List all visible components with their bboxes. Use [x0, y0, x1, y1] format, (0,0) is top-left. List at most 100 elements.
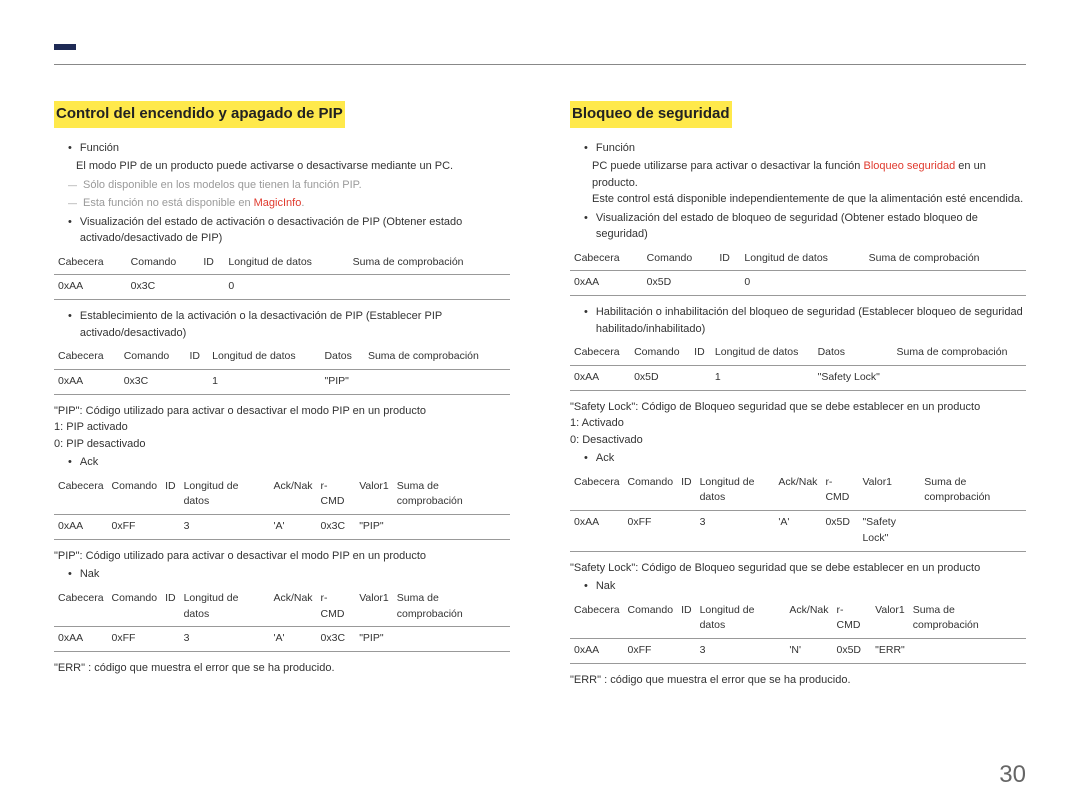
table-header-row: Cabecera Comando ID Longitud de datos Su… — [570, 247, 1026, 271]
table-header: Valor1 — [858, 471, 920, 511]
table-header: Longitud de datos — [711, 341, 814, 365]
table-header: Longitud de datos — [740, 247, 864, 271]
protocol-table: Cabecera Comando ID Longitud de datos Ac… — [54, 475, 510, 540]
table-header: r-CMD — [317, 587, 356, 627]
table-cell — [690, 365, 711, 390]
table-cell: 'A' — [269, 627, 316, 652]
table-header: Valor1 — [871, 599, 909, 639]
table-cell: 3 — [180, 627, 270, 652]
list-item: Visualización del estado de bloqueo de s… — [584, 210, 1026, 243]
magicinfo-link: MagicInfo — [254, 197, 302, 209]
protocol-table: Cabecera Comando ID Longitud de datos Da… — [54, 345, 510, 395]
table-header: Suma de comprobación — [349, 251, 510, 275]
bullet-text: Nak — [596, 578, 616, 595]
table-cell — [393, 515, 510, 540]
table-header: Suma de comprobación — [920, 471, 1026, 511]
left-column: Control del encendido y apagado de PIP F… — [54, 101, 510, 688]
header-accent-block — [54, 44, 76, 50]
table-header: Longitud de datos — [180, 587, 270, 627]
table-cell — [677, 639, 696, 664]
table-header-row: Cabecera Comando ID Longitud de datos Da… — [570, 341, 1026, 365]
table-header: ID — [161, 587, 180, 627]
table-header: r-CMD — [317, 475, 356, 515]
table-cell: 0xAA — [54, 275, 127, 300]
body-text: "ERR" : código que muestra el error que … — [570, 672, 1026, 689]
table-header-row: Cabecera Comando ID Longitud de datos Ac… — [570, 471, 1026, 511]
table-cell: 3 — [180, 515, 270, 540]
bullet-text: Función — [596, 140, 635, 157]
table-row: 0xAA 0x3C 0 — [54, 275, 510, 300]
table-header: Comando — [630, 341, 690, 365]
table-header: Valor1 — [355, 475, 393, 515]
body-text: 0: PIP desactivado — [54, 436, 510, 453]
bullet-text: Ack — [596, 450, 614, 467]
table-header: ID — [161, 475, 180, 515]
table-row: 0xAA 0xFF 3 'A' 0x3C "PIP" — [54, 515, 510, 540]
table-header: Cabecera — [54, 475, 108, 515]
table-header: Comando — [127, 251, 200, 275]
table-cell: 3 — [696, 639, 786, 664]
table-header: Longitud de datos — [696, 471, 775, 511]
table-row: 0xAA 0xFF 3 'N' 0x5D "ERR" — [570, 639, 1026, 664]
body-text: "ERR" : código que muestra el error que … — [54, 660, 510, 677]
table-header-row: Cabecera Comando ID Longitud de datos Da… — [54, 345, 510, 369]
table-cell — [349, 275, 510, 300]
table-header: Longitud de datos — [696, 599, 786, 639]
table-cell — [677, 511, 696, 552]
table-header: Comando — [643, 247, 716, 271]
bullet-text: Establecimiento de la activación o la de… — [80, 308, 510, 341]
header-rule — [54, 64, 1026, 65]
body-text: PC puede utilizarse para activar o desac… — [592, 158, 1026, 191]
body-text: Este control está disponible independien… — [592, 191, 1026, 208]
table-header: Suma de comprobación — [393, 475, 510, 515]
list-item: Función — [584, 140, 1026, 157]
table-header: Comando — [624, 471, 678, 511]
table-header: Cabecera — [570, 341, 630, 365]
bullet-text: Visualización del estado de activación o… — [80, 214, 510, 247]
table-header: Suma de comprobación — [865, 247, 1026, 271]
note-item: Sólo disponible en los modelos que tiene… — [68, 177, 510, 194]
table-cell — [364, 369, 510, 394]
list-item: Función — [68, 140, 510, 157]
table-row: 0xAA 0x5D 1 "Safety Lock" — [570, 365, 1026, 390]
table-cell: 0xAA — [570, 271, 643, 296]
page-root: Control del encendido y apagado de PIP F… — [0, 44, 1080, 807]
table-header: ID — [199, 251, 224, 275]
protocol-table: Cabecera Comando ID Longitud de datos Da… — [570, 341, 1026, 391]
table-header: Ack/Nak — [269, 587, 316, 627]
page-number: 30 — [999, 761, 1026, 789]
table-header-row: Cabecera Comando ID Longitud de datos Ac… — [54, 475, 510, 515]
protocol-table: Cabecera Comando ID Longitud de datos Su… — [570, 247, 1026, 297]
table-cell: 0x5D — [833, 639, 872, 664]
table-cell: 0x3C — [127, 275, 200, 300]
table-header: ID — [677, 599, 696, 639]
table-cell: 'A' — [774, 511, 821, 552]
bullet-text: Nak — [80, 566, 100, 583]
list-item: Ack — [584, 450, 1026, 467]
bullet-text: Función — [80, 140, 119, 157]
protocol-table: Cabecera Comando ID Longitud de datos Ac… — [570, 599, 1026, 664]
right-section-title: Bloqueo de seguridad — [570, 101, 732, 128]
list-item: Nak — [68, 566, 510, 583]
table-header: Cabecera — [54, 587, 108, 627]
table-header: Comando — [108, 587, 162, 627]
table-cell — [893, 365, 1026, 390]
table-header: Comando — [120, 345, 186, 369]
note-text: Sólo disponible en los modelos que tiene… — [83, 177, 362, 194]
table-cell: 'A' — [269, 515, 316, 540]
list-item: Ack — [68, 454, 510, 471]
table-cell: 0x5D — [821, 511, 858, 552]
list-item: Nak — [584, 578, 1026, 595]
table-row: 0xAA 0x3C 1 "PIP" — [54, 369, 510, 394]
table-cell: 0x5D — [643, 271, 716, 296]
table-cell — [199, 275, 224, 300]
table-header: ID — [185, 345, 208, 369]
table-cell: 0x5D — [630, 365, 690, 390]
table-header: Ack/Nak — [774, 471, 821, 511]
table-cell: 0x3C — [120, 369, 186, 394]
table-cell: "Safety Lock" — [858, 511, 920, 552]
table-cell: 1 — [208, 369, 320, 394]
body-text: "PIP": Código utilizado para activar o d… — [54, 548, 510, 565]
table-header: Suma de comprobación — [364, 345, 510, 369]
table-header: Longitud de datos — [208, 345, 320, 369]
